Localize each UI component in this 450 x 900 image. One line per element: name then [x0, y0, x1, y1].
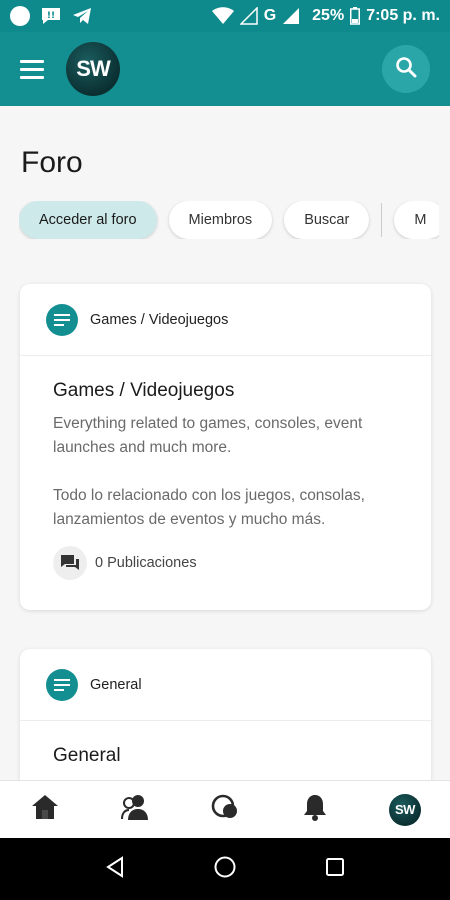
category-title[interactable]: Games / Videojuegos	[53, 380, 398, 402]
tab-acceder-al-foro[interactable]: Acceder al foro	[19, 201, 157, 239]
description-es: Todo lo relacionado con los juegos, cons…	[53, 487, 365, 528]
notification-dot-icon	[10, 6, 30, 26]
page-title: Foro	[21, 146, 83, 179]
home-button[interactable]	[205, 849, 245, 889]
chat-bubbles-icon	[53, 546, 87, 580]
tab-divider	[381, 203, 383, 237]
menu-button[interactable]	[20, 54, 50, 84]
svg-text:!!: !!	[47, 11, 55, 21]
category-icon	[46, 668, 78, 701]
telegram-icon	[72, 7, 92, 25]
tab-more[interactable]: M	[394, 201, 439, 239]
description-en: Everything related to games, consoles, e…	[53, 415, 363, 456]
nav-members[interactable]	[113, 788, 157, 832]
home-icon	[31, 794, 59, 825]
signal-empty-icon	[239, 7, 258, 25]
post-count: 0 Publicaciones	[53, 546, 398, 580]
network-type: G	[263, 7, 277, 24]
category-header: Games / Videojuegos	[20, 284, 431, 356]
nav-chat[interactable]	[203, 788, 247, 832]
forum-tabs: Acceder al foro Miembros Buscar M	[19, 201, 439, 239]
nav-home[interactable]	[23, 788, 67, 832]
posts-label: 0 Publicaciones	[95, 555, 197, 571]
chat-icon	[210, 793, 240, 826]
category-card[interactable]: General General	[20, 649, 431, 780]
bell-icon	[303, 793, 327, 826]
category-description: Everything related to games, consoles, e…	[53, 412, 398, 532]
home-circle-icon	[213, 855, 237, 884]
users-icon	[120, 793, 150, 826]
avatar: SW	[389, 793, 421, 826]
wifi-icon	[211, 7, 234, 25]
message-icon: !!	[40, 7, 62, 25]
status-bar: !! G 25% 7:05 p. m.	[0, 0, 450, 32]
category-header: General	[20, 649, 431, 721]
menu-icon	[20, 59, 44, 63]
search-icon	[394, 55, 418, 84]
recents-button[interactable]	[315, 849, 355, 889]
bottom-navigation: SW	[0, 780, 450, 838]
category-icon	[46, 303, 78, 336]
tab-buscar[interactable]: Buscar	[284, 201, 370, 239]
main-content: Foro Acceder al foro Miembros Buscar M G…	[0, 106, 450, 780]
logo[interactable]: SW	[66, 42, 120, 96]
back-triangle-icon	[105, 855, 125, 883]
nav-profile[interactable]: SW	[383, 788, 427, 832]
clock: 7:05 p. m.	[366, 7, 440, 24]
category-title[interactable]: General	[53, 745, 398, 767]
back-button[interactable]	[95, 849, 135, 889]
system-navigation	[0, 838, 450, 900]
category-card[interactable]: Games / Videojuegos Games / Videojuegos …	[20, 284, 431, 610]
search-button[interactable]	[382, 45, 430, 93]
app-bar: SW	[0, 32, 450, 106]
battery-percent: 25%	[312, 7, 345, 24]
recents-square-icon	[325, 857, 345, 882]
nav-notifications[interactable]	[293, 788, 337, 832]
tab-miembros[interactable]: Miembros	[168, 201, 273, 239]
category-header-name: Games / Videojuegos	[90, 311, 229, 328]
category-header-name: General	[90, 676, 142, 693]
signal-icon	[282, 7, 300, 25]
battery-icon	[350, 7, 361, 25]
